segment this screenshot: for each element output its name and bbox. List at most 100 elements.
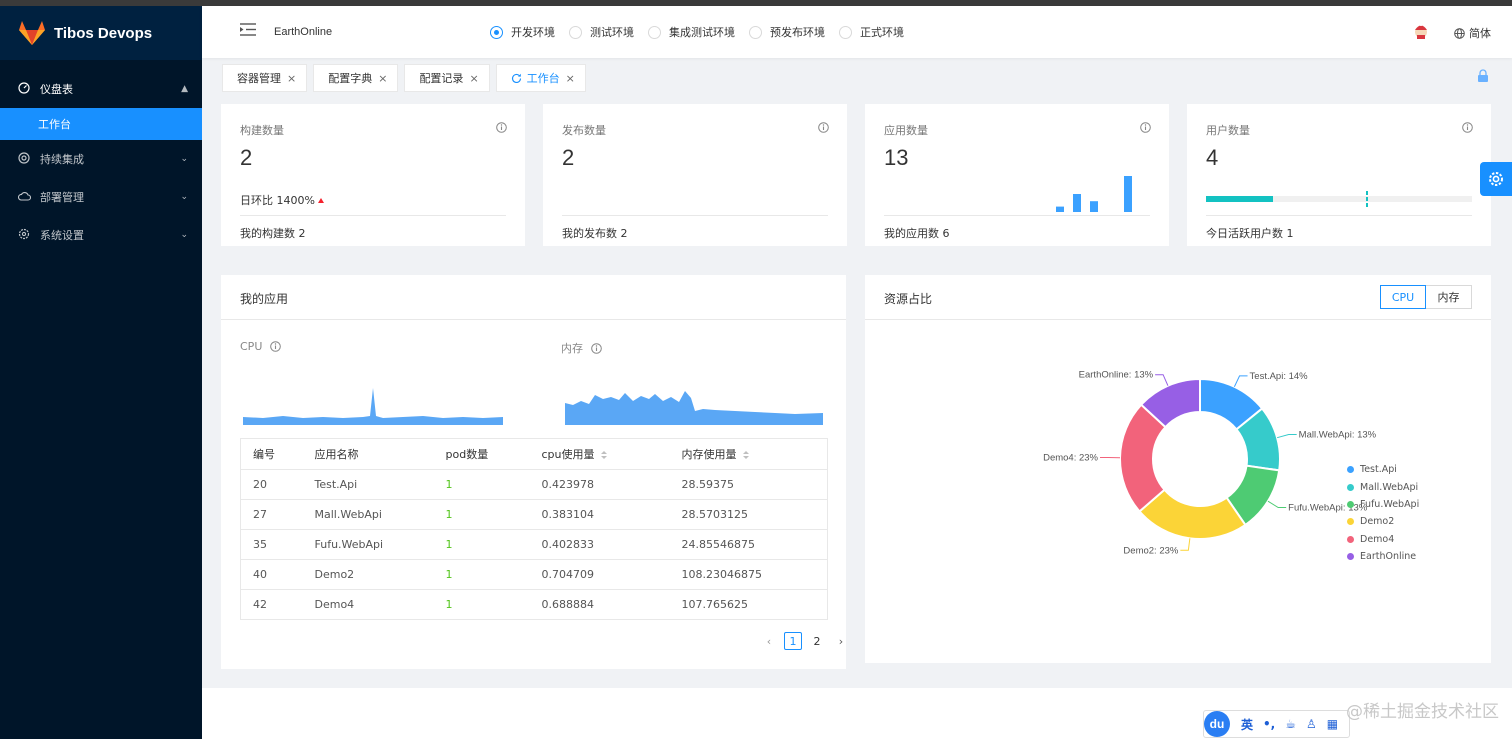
page-number[interactable]: 2 xyxy=(808,632,826,650)
resource-panel: 资源占比 CPU 内存 Test.Api: 14% Mall.WebApi: 13… xyxy=(865,275,1491,663)
tab-config-dictionary[interactable]: 配置字典 × xyxy=(313,64,399,92)
avatar[interactable] xyxy=(1412,22,1430,40)
sidebar-item-settings[interactable]: 系统设置 ⌄ xyxy=(0,216,202,254)
integration-icon xyxy=(18,152,32,166)
close-icon[interactable]: × xyxy=(566,72,575,85)
baidu-ime-icon[interactable]: du xyxy=(1204,711,1230,737)
cpu-chart-label: CPU xyxy=(240,340,282,353)
close-icon[interactable]: × xyxy=(378,72,387,85)
close-icon[interactable]: × xyxy=(287,72,296,85)
punctuation-icon[interactable]: •, xyxy=(1263,717,1275,731)
env-radio-dev[interactable]: 开发环境 xyxy=(490,24,555,40)
info-icon[interactable] xyxy=(496,122,507,136)
label-leader-line xyxy=(1233,375,1248,387)
stat-footer: 我的应用数 6 xyxy=(884,227,950,240)
divider xyxy=(1206,215,1472,216)
legend-item[interactable]: EarthOnline xyxy=(1347,548,1419,565)
cell-pod-count: 1 xyxy=(433,529,530,560)
grid-icon[interactable]: ▦ xyxy=(1327,717,1338,731)
toggle-cpu-button[interactable]: CPU xyxy=(1380,285,1426,309)
legend-dot-icon xyxy=(1347,500,1354,508)
settings-drawer-button[interactable] xyxy=(1480,162,1512,196)
page-tabs: 容器管理 × 配置字典 × 配置记录 × 工作台 × xyxy=(222,64,592,92)
env-radio-production[interactable]: 正式环境 xyxy=(839,24,904,40)
mini-bar xyxy=(1073,194,1081,212)
legend-dot-icon xyxy=(1347,535,1354,543)
tab-container-management[interactable]: 容器管理 × xyxy=(222,64,308,92)
dashboard-icon xyxy=(18,82,32,96)
radio-icon xyxy=(839,25,852,39)
sort-icon[interactable] xyxy=(742,451,749,459)
chevron-left-icon[interactable]: ‹ xyxy=(760,632,778,650)
info-icon[interactable] xyxy=(1462,122,1473,136)
legend-dot-icon xyxy=(1347,483,1354,491)
legend-dot-icon xyxy=(1347,553,1354,561)
user-icon[interactable]: ♙ xyxy=(1306,717,1317,731)
mini-bar xyxy=(1090,201,1098,212)
menu-fold-icon[interactable] xyxy=(240,23,256,39)
legend-item[interactable]: Test.Api xyxy=(1347,461,1419,478)
legend-item[interactable]: Mall.WebApi xyxy=(1347,478,1419,495)
legend-item[interactable]: Fufu.WebApi xyxy=(1347,496,1419,513)
ime-mode[interactable]: 英 xyxy=(1241,716,1253,733)
chevron-right-icon[interactable]: › xyxy=(832,632,850,650)
sidebar: Tibos Devops 仪盘表 ▲ 工作台 持续集成 ⌄ 部署管理 ⌄ 系统设… xyxy=(0,6,202,739)
info-icon[interactable] xyxy=(818,122,829,136)
tab-workbench[interactable]: 工作台 × xyxy=(495,64,586,92)
column-header-sortable[interactable]: cpu使用量 xyxy=(529,438,670,470)
tab-config-records[interactable]: 配置记录 × xyxy=(404,64,490,92)
page-number[interactable]: 1 xyxy=(784,632,802,650)
table-row[interactable]: 35 Fufu.WebApi 1 0.402833 24.85546875 xyxy=(240,529,828,560)
divider xyxy=(884,215,1150,216)
info-icon[interactable] xyxy=(591,342,602,354)
slice-label: Demo4: 23% xyxy=(1043,453,1098,464)
lock-icon[interactable] xyxy=(1477,69,1489,86)
refresh-icon[interactable] xyxy=(511,73,522,84)
tab-label: 配置字典 xyxy=(328,72,373,85)
language-switch[interactable]: 简体 xyxy=(1454,25,1491,41)
logo[interactable]: Tibos Devops xyxy=(0,6,202,60)
info-icon[interactable] xyxy=(270,341,282,352)
env-radio-test[interactable]: 测试环境 xyxy=(569,24,634,40)
legend-item[interactable]: Demo4 xyxy=(1347,531,1419,548)
table-row[interactable]: 42 Demo4 1 0.688884 107.765625 xyxy=(240,589,828,620)
caret-up-icon xyxy=(317,197,324,203)
stat-value: 2 xyxy=(240,145,253,170)
slice-label: Demo2: 23% xyxy=(1123,545,1178,556)
table-row[interactable]: 20 Test.Api 1 0.423978 28.59375 xyxy=(240,469,828,500)
legend-item[interactable]: Demo2 xyxy=(1347,513,1419,530)
sidebar-item-dashboard[interactable]: 仪盘表 ▲ xyxy=(0,70,202,108)
app-name: Tibos Devops xyxy=(54,24,153,42)
radio-icon xyxy=(749,25,762,39)
label-leader-line xyxy=(1155,374,1169,386)
toggle-memory-button[interactable]: 内存 xyxy=(1426,285,1472,309)
cell-cpu: 0.423978 xyxy=(529,469,670,500)
sidebar-item-ci[interactable]: 持续集成 ⌄ xyxy=(0,140,202,178)
legend-label: Demo4 xyxy=(1360,533,1395,545)
cell-app-name: Demo2 xyxy=(302,559,434,590)
panel-title: 我的应用 xyxy=(240,292,289,306)
stat-title: 应用数量 xyxy=(884,124,928,137)
ime-toolbar: du 英 •, ☕ ♙ ▦ xyxy=(1203,710,1351,738)
cell-memory: 108.23046875 xyxy=(669,559,828,590)
legend-label: Test.Api xyxy=(1360,464,1397,476)
cell-cpu: 0.383104 xyxy=(529,499,670,530)
cell-app-name: Mall.WebApi xyxy=(302,499,434,530)
tab-label: 工作台 xyxy=(526,72,560,85)
info-icon[interactable] xyxy=(1140,122,1151,136)
sidebar-item-workbench[interactable]: 工作台 xyxy=(0,108,202,140)
close-icon[interactable]: × xyxy=(469,72,478,85)
sort-icon[interactable] xyxy=(600,451,607,459)
cup-icon[interactable]: ☕ xyxy=(1285,717,1296,731)
table-row[interactable]: 40 Demo2 1 0.704709 108.23046875 xyxy=(240,559,828,590)
table-row[interactable]: 27 Mall.WebApi 1 0.383104 28.5703125 xyxy=(240,499,828,530)
mini-bar xyxy=(1056,206,1064,212)
env-label: 集成测试环境 xyxy=(669,26,735,39)
trend-value: 1400% xyxy=(276,193,315,207)
env-radio-integration[interactable]: 集成测试环境 xyxy=(648,24,735,40)
progress-target-marker xyxy=(1365,191,1368,207)
sidebar-item-label: 仪盘表 xyxy=(40,83,73,96)
env-radio-staging[interactable]: 预发布环境 xyxy=(749,24,825,40)
column-header-sortable[interactable]: 内存使用量 xyxy=(669,438,828,470)
sidebar-item-deploy[interactable]: 部署管理 ⌄ xyxy=(0,178,202,216)
